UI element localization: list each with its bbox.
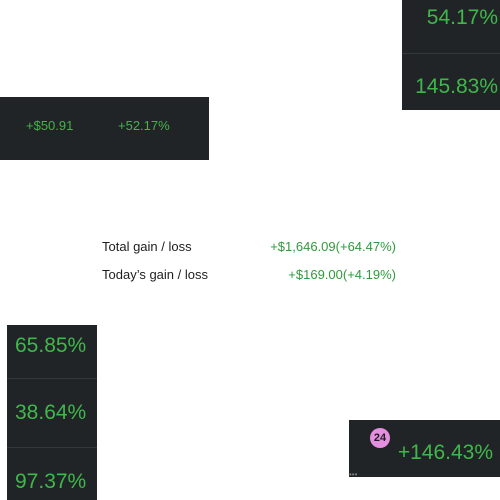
percentage-value: 65.85% xyxy=(15,334,87,357)
tile-divider xyxy=(7,447,97,448)
percentage-value: +146.43% xyxy=(397,441,493,464)
percentage-column-left: 65.85% 38.64% 97.37% xyxy=(7,325,97,500)
gain-amount: +$50.91 xyxy=(26,118,74,133)
percentage-tile-top-right: 54.17% 145.83% xyxy=(402,0,500,110)
tile-divider xyxy=(7,378,97,379)
percentage-value: 38.64% xyxy=(15,401,87,424)
highlighted-percentage-tile[interactable]: 24 +146.43% xyxy=(349,420,500,477)
todays-gain-loss-value: +$169.00(+4.19%) xyxy=(288,267,396,282)
portfolio-screen: 54.17% 145.83% +$50.91 +52.17% Total gai… xyxy=(0,0,500,500)
more-indicator: ••• xyxy=(349,470,358,479)
percentage-value: 54.17% xyxy=(426,6,498,29)
todays-gain-loss-row: Today’s gain / loss +$169.00(+4.19%) xyxy=(102,266,396,284)
percentage-value: 145.83% xyxy=(415,75,498,98)
percentage-value: 97.37% xyxy=(15,470,87,493)
count-badge: 24 xyxy=(370,428,390,448)
gain-strip: +$50.91 +52.17% xyxy=(0,97,209,160)
gain-percent: +52.17% xyxy=(118,118,170,133)
total-gain-loss-label: Total gain / loss xyxy=(102,239,192,254)
total-gain-loss-row: Total gain / loss +$1,646.09(+64.47%) xyxy=(102,238,396,256)
todays-gain-loss-label: Today’s gain / loss xyxy=(102,267,208,282)
total-gain-loss-value: +$1,646.09(+64.47%) xyxy=(270,239,396,254)
tile-divider xyxy=(402,53,500,54)
